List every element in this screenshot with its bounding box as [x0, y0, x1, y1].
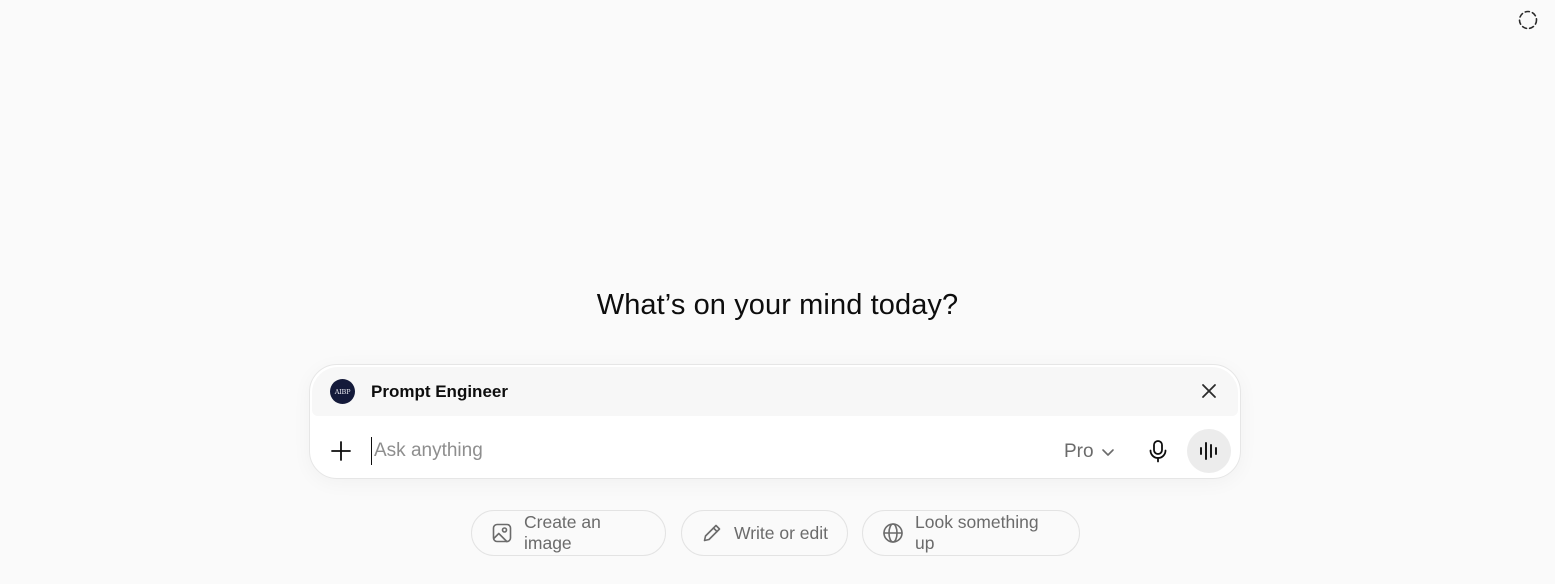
page-title: What’s on your mind today?	[596, 289, 959, 321]
prompt-input[interactable]	[371, 437, 1034, 465]
chip-label: Look something up	[915, 512, 1039, 553]
microphone-icon	[1149, 440, 1167, 463]
close-icon	[1202, 384, 1216, 398]
pencil-icon	[701, 522, 723, 544]
voice-mode-button[interactable]	[1187, 429, 1231, 473]
chip-label: Create an image	[524, 512, 601, 553]
create-image-chip[interactable]: Create an image	[471, 510, 666, 556]
model-selector-label: Pro	[1064, 441, 1094, 462]
look-up-chip[interactable]: Look something up	[862, 510, 1080, 556]
add-attachment-button[interactable]	[327, 437, 355, 465]
chip-label: Write or edit	[734, 522, 829, 543]
chevron-down-icon	[1101, 449, 1114, 456]
dictate-button[interactable]	[1144, 437, 1172, 465]
voice-waveform-icon	[1200, 442, 1217, 460]
plus-icon	[331, 441, 351, 461]
globe-icon	[882, 522, 904, 544]
prompt-composer: AIBP Prompt Engineer Pro	[309, 364, 1241, 479]
suggestion-chips: Create an image Write or edit Look somet…	[0, 510, 1555, 558]
image-icon	[491, 522, 513, 544]
gpt-name: Prompt Engineer	[371, 382, 508, 401]
selected-gpt-bar: AIBP Prompt Engineer	[312, 367, 1238, 416]
temporary-chat-icon[interactable]	[1517, 9, 1539, 31]
model-selector[interactable]: Pro	[1064, 439, 1115, 465]
write-edit-chip[interactable]: Write or edit	[681, 510, 848, 556]
gpt-avatar: AIBP	[330, 379, 355, 404]
chat-home-page: What’s on your mind today? AIBP Prompt E…	[0, 0, 1555, 584]
close-gpt-button[interactable]	[1198, 380, 1220, 402]
